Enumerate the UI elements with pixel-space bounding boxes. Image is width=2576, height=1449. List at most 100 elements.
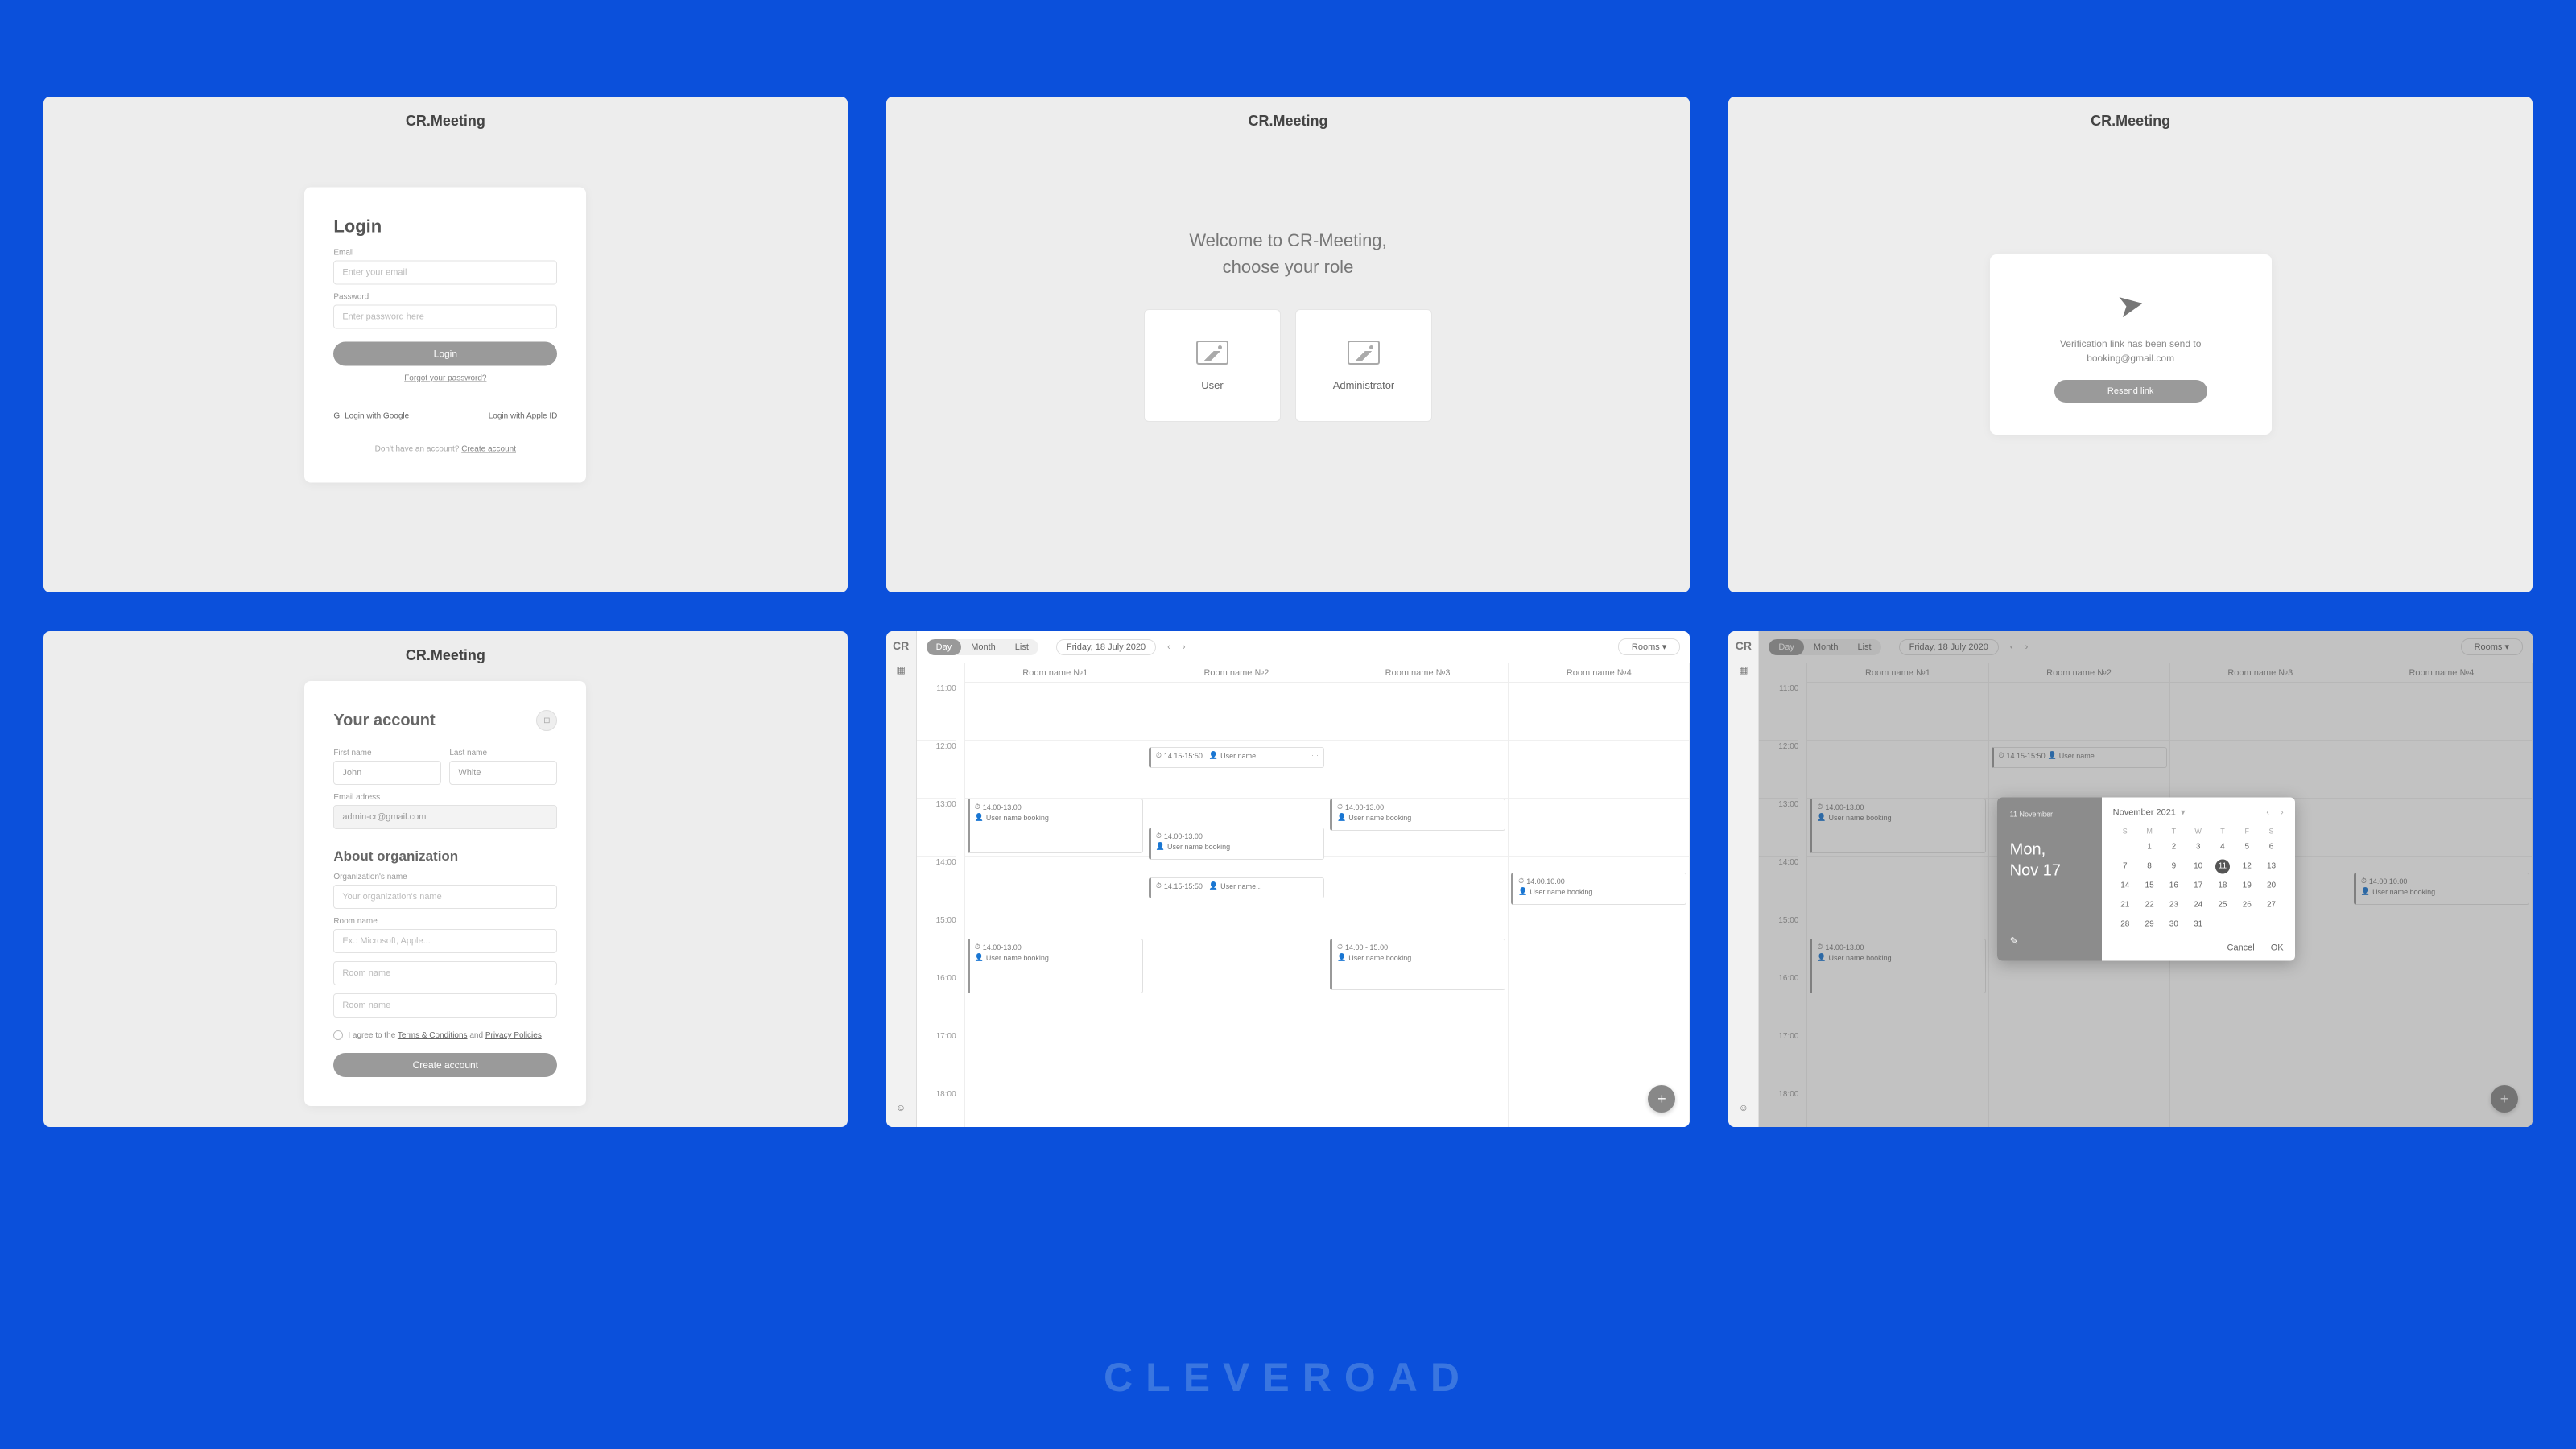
datepicker-day[interactable]: 11 <box>2215 860 2230 874</box>
chevron-down-icon[interactable]: ▾ <box>2181 807 2186 818</box>
datepicker: 11 November Mon, Nov 17 ✎ November 2021 … <box>1997 798 2295 961</box>
calendar-icon[interactable]: ▦ <box>893 662 909 678</box>
edit-icon[interactable]: ✎ <box>2010 935 2089 948</box>
event[interactable]: ⏱ 14.00.10.00 👤 User name booking <box>1511 873 1686 905</box>
room-header: Room name №1 <box>965 663 1146 683</box>
login-apple-button[interactable]: Login with Apple ID <box>484 411 558 420</box>
resend-link-button[interactable]: Resend link <box>2054 380 2207 402</box>
datepicker-day[interactable]: 3 <box>2186 840 2211 855</box>
datepicker-day[interactable]: 2 <box>2161 840 2186 855</box>
last-name-input[interactable] <box>449 761 557 785</box>
user-icon[interactable]: ☺ <box>1736 1100 1752 1116</box>
event[interactable]: ⏱ 14.00-13.00 👤 User name booking <box>1149 828 1324 860</box>
datepicker-day[interactable]: 12 <box>2235 860 2259 874</box>
datepicker-day[interactable]: 23 <box>2161 898 2186 913</box>
datepicker-month[interactable]: November 2021 <box>2113 807 2176 817</box>
calendar-icon[interactable]: ▦ <box>1736 662 1752 678</box>
view-month[interactable]: Month <box>961 639 1005 655</box>
datepicker-day[interactable]: 8 <box>2137 860 2161 874</box>
datepicker-day[interactable]: 19 <box>2235 879 2259 894</box>
last-name-label: Last name <box>449 749 557 758</box>
calendar-datepicker-screen: CR ▦ ☺ Day Month List Friday, 18 July 20… <box>1728 631 2533 1127</box>
user-icon[interactable]: ☺ <box>893 1100 909 1116</box>
datepicker-day[interactable]: 20 <box>2259 879 2283 894</box>
room-column-4: Room name №4 ⏱ 14.00.10.00 👤 User name b… <box>1509 663 1690 1127</box>
role-admin-card[interactable]: Administrator <box>1295 309 1432 422</box>
datepicker-day[interactable]: 9 <box>2161 860 2186 874</box>
image-placeholder-icon <box>1196 341 1228 365</box>
create-account-button[interactable]: Create account <box>333 1053 557 1077</box>
event[interactable]: ⏱ 14.15-15:50 👤 User name... ⋯ <box>1149 747 1324 768</box>
footer-brand: CLEVEROAD <box>1104 1354 1472 1401</box>
datepicker-cancel[interactable]: Cancel <box>2227 943 2255 953</box>
login-button[interactable]: Login <box>333 341 557 365</box>
role-user-label: User <box>1201 379 1223 391</box>
time-column: 11:00 12:00 13:00 14:00 15:00 16:00 17:0… <box>917 663 965 1127</box>
datepicker-day[interactable]: 28 <box>2113 918 2137 932</box>
datepicker-day <box>2113 840 2137 855</box>
more-icon[interactable]: ⋯ <box>1311 751 1319 760</box>
datepicker-day[interactable]: 7 <box>2113 860 2137 874</box>
datepicker-day[interactable]: 10 <box>2186 860 2211 874</box>
next-day-button[interactable]: › <box>1178 642 1191 652</box>
datepicker-day[interactable]: 26 <box>2235 898 2259 913</box>
password-label: Password <box>333 292 557 301</box>
login-card: Login Email Password Login Forgot your p… <box>304 187 586 482</box>
sidebar-logo[interactable]: CR <box>893 639 909 652</box>
role-user-card[interactable]: User <box>1144 309 1281 422</box>
datepicker-day[interactable]: 31 <box>2186 918 2211 932</box>
datepicker-day[interactable]: 25 <box>2211 898 2235 913</box>
password-input[interactable] <box>333 304 557 328</box>
view-list[interactable]: List <box>1005 639 1038 655</box>
datepicker-day[interactable]: 4 <box>2211 840 2235 855</box>
create-account-link[interactable]: Create account <box>461 444 516 453</box>
datepicker-day[interactable]: 17 <box>2186 879 2211 894</box>
view-day[interactable]: Day <box>927 639 962 655</box>
event[interactable]: ⏱ 14.15-15:50 👤 User name... ⋯ <box>1149 877 1324 898</box>
datepicker-day[interactable]: 18 <box>2211 879 2235 894</box>
agree-checkbox[interactable] <box>333 1030 343 1040</box>
room-header: Room name №3 <box>1327 663 1508 683</box>
prev-day-button[interactable]: ‹ <box>1162 642 1175 652</box>
room-name-input-1[interactable] <box>333 929 557 953</box>
avatar-placeholder[interactable]: ⊡ <box>536 710 557 731</box>
datepicker-day[interactable]: 16 <box>2161 879 2186 894</box>
more-icon[interactable]: ⋯ <box>1130 803 1137 811</box>
datepicker-day[interactable]: 14 <box>2113 879 2137 894</box>
datepicker-day[interactable]: 24 <box>2186 898 2211 913</box>
rooms-dropdown[interactable]: Rooms ▾ <box>1618 638 1680 655</box>
no-account-row: Don't have an account? Create account <box>333 444 557 453</box>
forgot-password-link[interactable]: Forgot your password? <box>333 374 557 382</box>
room-name-input-3[interactable] <box>333 993 557 1018</box>
datepicker-day[interactable]: 30 <box>2161 918 2186 932</box>
datepicker-ok[interactable]: OK <box>2271 943 2284 953</box>
event[interactable]: ⏱ 14.00-13.00 👤 User name booking <box>1330 799 1505 831</box>
room-name-input-2[interactable] <box>333 961 557 985</box>
datepicker-day[interactable]: 5 <box>2235 840 2259 855</box>
privacy-link[interactable]: Privacy Policies <box>485 1031 542 1040</box>
email-input[interactable] <box>333 260 557 284</box>
more-icon[interactable]: ⋯ <box>1130 943 1137 952</box>
prev-month-button[interactable]: ‹ <box>2266 807 2269 817</box>
datepicker-day[interactable]: 21 <box>2113 898 2137 913</box>
email-input[interactable] <box>333 805 557 829</box>
current-date[interactable]: Friday, 18 July 2020 <box>1056 639 1156 655</box>
room-header: Room name №2 <box>1146 663 1327 683</box>
first-name-input[interactable] <box>333 761 441 785</box>
sidebar-logo[interactable]: CR <box>1736 639 1752 652</box>
datepicker-day[interactable]: 27 <box>2259 898 2283 913</box>
datepicker-day[interactable]: 15 <box>2137 879 2161 894</box>
login-google-button[interactable]: G Login with Google <box>333 411 409 420</box>
org-name-input[interactable] <box>333 885 557 909</box>
event[interactable]: ⏱ 14.00-13.00 👤 User name booking ⋯ <box>968 799 1143 853</box>
more-icon[interactable]: ⋯ <box>1311 881 1319 890</box>
datepicker-day[interactable]: 22 <box>2137 898 2161 913</box>
account-card: Your account ⊡ First name Last name Emai… <box>304 681 586 1106</box>
datepicker-day[interactable]: 29 <box>2137 918 2161 932</box>
terms-link[interactable]: Terms & Conditions <box>398 1031 468 1040</box>
datepicker-day[interactable]: 6 <box>2259 840 2283 855</box>
datepicker-day[interactable]: 1 <box>2137 840 2161 855</box>
next-month-button[interactable]: › <box>2281 807 2284 817</box>
datepicker-day[interactable]: 13 <box>2259 860 2283 874</box>
org-name-label: Organization's name <box>333 873 557 881</box>
